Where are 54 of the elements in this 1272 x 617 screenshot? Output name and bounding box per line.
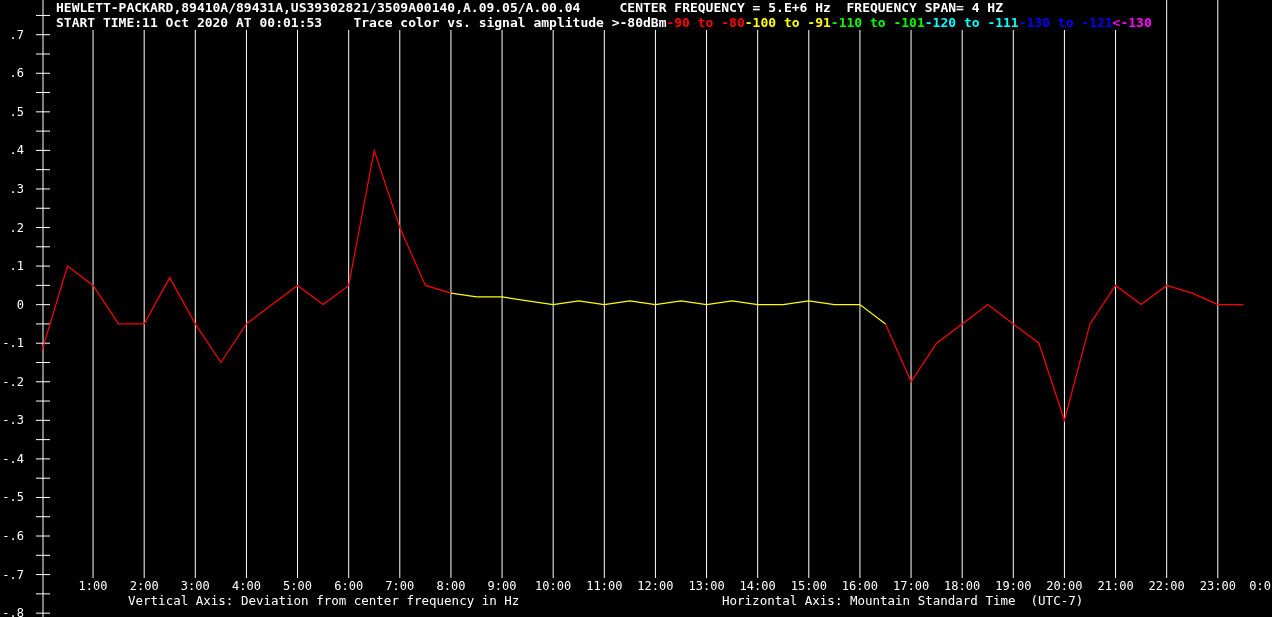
axis-tick-label: 9:00 [487, 579, 517, 593]
axis-tick-label: 13:00 [688, 579, 725, 593]
axis-tick-label: 23:00 [1199, 579, 1236, 593]
axis-tick-label: 2:00 [129, 579, 159, 593]
axis-tick-label: 20:00 [1046, 579, 1083, 593]
axis-tick-label: 18:00 [944, 579, 981, 593]
legend-item: -120 to -111 [924, 15, 1019, 30]
start-time: START TIME:11 Oct 2020 AT 00:01:53 [56, 15, 323, 30]
axis-tick-label: .3 [9, 181, 24, 196]
axis-tick-label: .2 [9, 220, 24, 235]
axis-tick-label: -.7 [2, 567, 24, 582]
axis-tick-label: -.6 [2, 529, 24, 543]
legend-item: -90 to -80 [666, 15, 745, 30]
axis-tick-label: -.4 [2, 451, 24, 466]
axis-title: Vertical Axis: Deviation from center frequency in Hz [128, 593, 520, 608]
axis-tick-label: 15:00 [790, 579, 827, 593]
axis-tick-label: 16:00 [841, 579, 878, 593]
axis-tick-label: -.2 [2, 374, 24, 389]
axis-tick-label: .7 [9, 27, 24, 42]
axis-tick-label: 12:00 [637, 579, 674, 593]
legend-item: -130 to -121 [1018, 15, 1113, 30]
axis-tick-label: .1 [9, 259, 24, 274]
axis-tick-label: 5:00 [283, 579, 312, 593]
center-frequency: CENTER FREQUENCY = 5.E+6 Hz [619, 0, 831, 15]
axis-tick-label: 19:00 [995, 579, 1032, 593]
instrument-id: HEWLETT-PACKARD,89410A/89431A,US39302821/3509A00140,A.09.05/A.00.04 [56, 0, 581, 15]
axis-tick-label: 10:00 [535, 579, 572, 593]
axis-tick-label: 0 [16, 297, 24, 312]
axis-tick-label: 21:00 [1097, 579, 1134, 593]
legend-title: Trace color vs. signal amplitude [353, 15, 604, 30]
legend-item: -100 to -91 [744, 15, 831, 30]
axis-tick-label: -.3 [2, 413, 24, 428]
axis-tick-label: 17:00 [893, 579, 930, 593]
axis-tick-label: 14:00 [739, 579, 776, 593]
axis-tick-label: 11:00 [586, 579, 623, 593]
axis-tick-label: 1:00 [78, 579, 108, 593]
legend-item: -110 to -101 [830, 15, 925, 30]
legend-item: >-80dBm [611, 15, 667, 30]
axis-tick-label: -.5 [2, 490, 24, 505]
axis-tick-label: -.8 [2, 606, 24, 617]
axis-tick-label: -.1 [2, 336, 24, 351]
axis-tick-label: 7:00 [385, 579, 415, 593]
axis-tick-label: .6 [9, 66, 24, 81]
axis-tick-label: .4 [9, 143, 24, 158]
axis-tick-label: 3:00 [180, 579, 210, 593]
legend-item: <-130 [1112, 15, 1152, 30]
axis-tick-label: 4:00 [231, 579, 261, 593]
axis-tick-label: 22:00 [1148, 579, 1185, 593]
axis-title: Horizontal Axis: Mountain Standard Time (UTC-7) [722, 593, 1084, 608]
axis-tick-label: 8:00 [436, 579, 466, 593]
axis-tick-label: .5 [9, 104, 24, 119]
frequency-span: FREQUENCY SPAN= 4 HZ [846, 0, 1004, 15]
axis-tick-label: 0:0 [1249, 579, 1271, 593]
axis-tick-label: 6:00 [334, 579, 364, 593]
